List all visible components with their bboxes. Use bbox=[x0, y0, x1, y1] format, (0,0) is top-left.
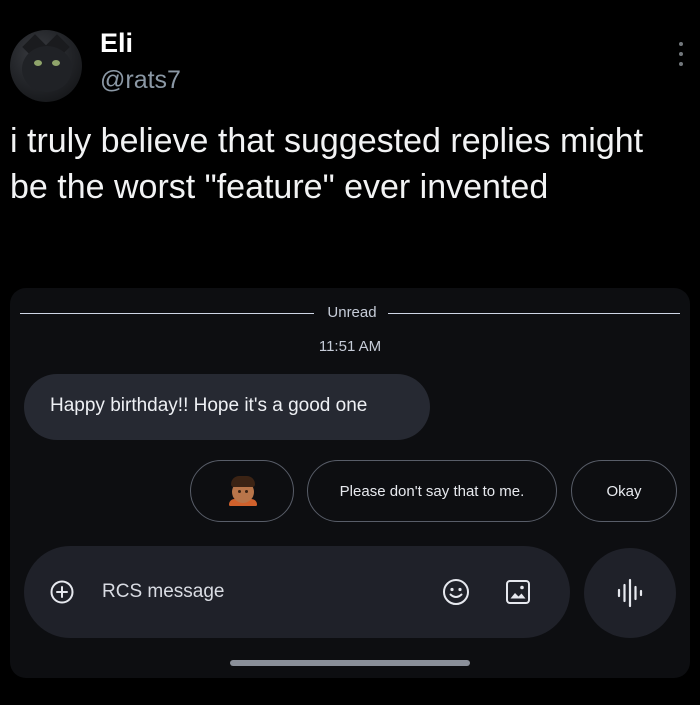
compose-input[interactable]: RCS message bbox=[102, 581, 225, 603]
embedded-messages-screenshot: Unread 11:51 AM Happy birthday!! Hope it… bbox=[10, 288, 690, 678]
image-icon[interactable] bbox=[504, 578, 532, 606]
more-options-icon[interactable] bbox=[676, 42, 686, 76]
tweet-text: i truly believe that suggested replies m… bbox=[10, 122, 644, 206]
unread-label: Unread bbox=[327, 304, 377, 321]
suggested-reply-emoji[interactable] bbox=[190, 460, 294, 522]
voice-message-button[interactable] bbox=[584, 548, 676, 638]
suggested-reply-label: Please don't say that to me. bbox=[339, 483, 525, 500]
suggested-reply-dont-say[interactable]: Please don't say that to me. bbox=[307, 460, 557, 522]
incoming-message-text: Happy birthday!! Hope it's a good one bbox=[50, 395, 368, 416]
unread-divider: Unread bbox=[20, 302, 680, 324]
divider-line-left bbox=[20, 313, 314, 314]
suggested-reply-label: Okay bbox=[606, 483, 642, 500]
divider-line-right bbox=[388, 313, 680, 314]
home-indicator[interactable] bbox=[230, 660, 470, 666]
user-handle[interactable]: @rats7 bbox=[100, 66, 181, 95]
voice-waveform-icon bbox=[617, 578, 643, 608]
user-avatar[interactable] bbox=[10, 30, 82, 102]
man-emoji-icon bbox=[229, 476, 257, 506]
incoming-message-bubble[interactable]: Happy birthday!! Hope it's a good one bbox=[24, 374, 430, 440]
suggested-reply-okay[interactable]: Okay bbox=[571, 460, 677, 522]
display-name[interactable]: Eli bbox=[100, 28, 133, 59]
compose-bar[interactable]: RCS message bbox=[24, 546, 570, 638]
tweet-header: Eli @rats7 bbox=[10, 28, 690, 108]
smiley-icon[interactable] bbox=[442, 578, 470, 606]
plus-circle-icon[interactable] bbox=[50, 580, 74, 604]
message-timestamp: 11:51 AM bbox=[318, 338, 382, 355]
